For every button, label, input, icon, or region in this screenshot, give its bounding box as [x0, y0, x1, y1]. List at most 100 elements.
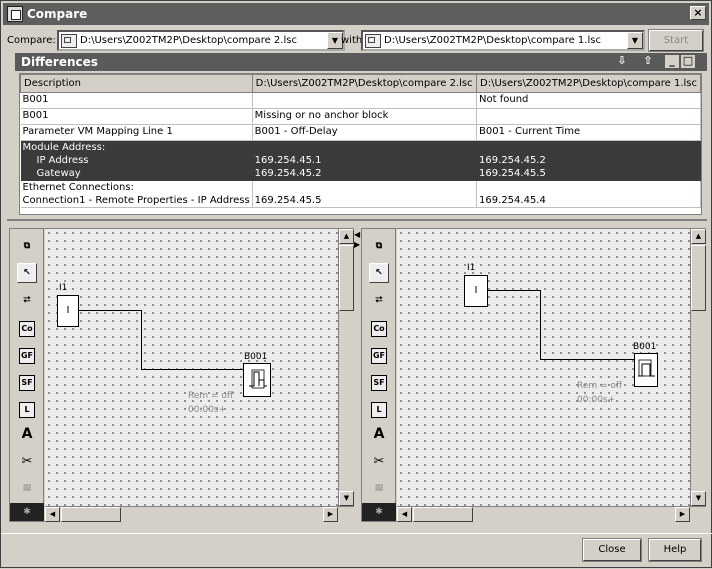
cell-desc: B001: [20, 92, 253, 109]
scroll-thumb[interactable]: [413, 507, 473, 522]
window-tile-icon[interactable]: ⧉: [17, 237, 37, 257]
navigation-icon[interactable]: ✱: [362, 503, 396, 521]
scroll-right-icon[interactable]: ▶: [675, 507, 690, 522]
compare-row: Compare: D:\Users\Z002TM2P\Desktop\compa…: [7, 29, 707, 52]
cell-desc: Parameter VM Mapping Line 1: [20, 124, 253, 141]
arrow-right-icon[interactable]: ▶: [354, 240, 360, 249]
scroll-down-icon[interactable]: ▼: [339, 491, 354, 506]
constants-button[interactable]: Co: [371, 321, 387, 337]
differences-header: Differences ⇩ ⇧ _ □: [15, 53, 707, 71]
current-time-block[interactable]: [634, 353, 658, 387]
chevron-down-icon[interactable]: ▼: [627, 32, 643, 49]
compare-dialog: Compare × Compare: D:\Users\Z002TM2P\Des…: [0, 0, 712, 568]
arrow-down-icon[interactable]: ⇩: [615, 55, 629, 68]
pointer-icon[interactable]: ↖: [17, 263, 37, 283]
connect-icon[interactable]: ⮂: [17, 291, 37, 311]
table-row[interactable]: Ethernet Connections: Connection1 - Remo…: [20, 180, 701, 208]
pane-divider[interactable]: ◀ ▶: [354, 228, 360, 522]
cell-desc: Connection1 - Remote Properties - IP Add…: [22, 195, 250, 206]
cell-file2: [476, 108, 701, 125]
gf-button[interactable]: GF: [19, 348, 35, 364]
input-block[interactable]: I: [57, 295, 79, 327]
cell-file1: B001 - Off-Delay: [252, 124, 478, 141]
scroll-up-icon[interactable]: ▲: [339, 229, 354, 244]
pointer-icon[interactable]: ↖: [369, 263, 389, 283]
column-header-file2[interactable]: D:\Users\Z002TM2P\Desktop\compare 1.lsc: [476, 74, 701, 93]
l-button[interactable]: L: [19, 402, 35, 418]
close-button[interactable]: Close: [582, 538, 642, 562]
join-icon[interactable]: ▦: [17, 479, 37, 499]
navigation-icon[interactable]: ✱: [10, 503, 44, 521]
sf-button[interactable]: SF: [371, 375, 387, 391]
start-button[interactable]: Start: [648, 29, 704, 52]
maximize-icon[interactable]: □: [681, 55, 695, 68]
off-delay-block[interactable]: [243, 363, 271, 397]
connect-icon[interactable]: ⮂: [369, 291, 389, 311]
title-bar: Compare ×: [3, 3, 709, 25]
cell-file1: 169.254.45.2: [254, 168, 322, 179]
cell-desc: Gateway: [36, 168, 81, 179]
join-icon[interactable]: ▦: [369, 479, 389, 499]
left-canvas[interactable]: I1 I B001 Rem = off 00:00s+: [45, 229, 338, 507]
help-button[interactable]: Help: [648, 538, 702, 562]
scroll-left-icon[interactable]: ◀: [45, 507, 60, 522]
file-icon: [61, 33, 77, 48]
cell-file1: Missing or no anchor block: [252, 108, 478, 125]
right-diagram-pane: ⧉ ↖ ⮂ Co GF SF L A ✂ ▦ ✱ I1 I B001 Rem =…: [361, 228, 706, 522]
text-tool-button[interactable]: A: [369, 425, 389, 445]
splitter[interactable]: [7, 219, 707, 224]
right-vertical-scrollbar[interactable]: ▲ ▼: [690, 229, 706, 507]
compare-label: Compare:: [7, 35, 56, 46]
table-row[interactable]: Parameter VM Mapping Line 1 B001 - Off-D…: [20, 124, 701, 141]
scroll-left-icon[interactable]: ◀: [397, 507, 412, 522]
file2-value: D:\Users\Z002TM2P\Desktop\compare 1.lsc: [384, 35, 601, 46]
rem-text: Rem = off: [577, 381, 623, 391]
sf-button[interactable]: SF: [19, 375, 35, 391]
block-name: B001: [244, 352, 268, 362]
scissors-icon[interactable]: ✂: [369, 453, 389, 473]
scissors-icon[interactable]: ✂: [17, 453, 37, 473]
gf-button[interactable]: GF: [371, 348, 387, 364]
scroll-thumb[interactable]: [339, 245, 354, 311]
scroll-thumb[interactable]: [61, 507, 121, 522]
cell-desc: Ethernet Connections:: [22, 182, 134, 193]
arrow-left-icon[interactable]: ◀: [354, 230, 360, 239]
file1-value: D:\Users\Z002TM2P\Desktop\compare 2.lsc: [80, 35, 297, 46]
scroll-down-icon[interactable]: ▼: [691, 491, 706, 506]
input-name: I1: [467, 263, 476, 273]
scroll-thumb[interactable]: [691, 245, 706, 311]
off-delay-icon: [249, 369, 267, 389]
left-vertical-scrollbar[interactable]: ▲ ▼: [338, 229, 354, 507]
right-horizontal-scrollbar[interactable]: ◀ ▶: [397, 506, 706, 522]
cell-file2: 169.254.45.2: [479, 155, 546, 166]
table-row[interactable]: B001 Missing or no anchor block: [20, 108, 701, 125]
right-canvas[interactable]: I1 I B001 Rem = off 00:00s+: [397, 229, 690, 507]
scroll-up-icon[interactable]: ▲: [691, 229, 706, 244]
time-text: 00:00s+: [188, 405, 227, 415]
input-name: I1: [59, 283, 68, 293]
file1-select[interactable]: D:\Users\Z002TM2P\Desktop\compare 2.lsc …: [57, 30, 345, 51]
table-row[interactable]: B001 Not found: [20, 92, 701, 109]
file-icon: [365, 33, 381, 48]
cell-file2: 169.254.45.4: [479, 195, 546, 206]
input-block[interactable]: I: [464, 275, 488, 307]
timer-icon: [638, 359, 655, 377]
column-header-description[interactable]: Description: [20, 74, 253, 93]
arrow-up-icon[interactable]: ⇧: [641, 55, 655, 68]
minimize-icon[interactable]: _: [665, 55, 679, 68]
l-button[interactable]: L: [371, 402, 387, 418]
column-header-file1[interactable]: D:\Users\Z002TM2P\Desktop\compare 2.lsc: [251, 74, 478, 93]
left-diagram-pane: ⧉ ↖ ⮂ Co GF SF L A ✂ ▦ ✱ I1 I B001 Rem =…: [9, 228, 354, 522]
window-tile-icon[interactable]: ⧉: [369, 237, 389, 257]
table-row-selected[interactable]: Module Address: IP Address Gateway 169.2…: [20, 140, 701, 181]
close-icon[interactable]: ×: [690, 6, 706, 20]
left-horizontal-scrollbar[interactable]: ◀ ▶: [45, 506, 354, 522]
constants-button[interactable]: Co: [19, 321, 35, 337]
cell-file2: B001 - Current Time: [476, 124, 701, 141]
block-name: B001: [633, 342, 657, 352]
text-tool-button[interactable]: A: [17, 425, 37, 445]
differences-table: Description D:\Users\Z002TM2P\Desktop\co…: [19, 73, 702, 215]
file2-select[interactable]: D:\Users\Z002TM2P\Desktop\compare 1.lsc …: [361, 30, 645, 51]
time-text: 00:00s+: [577, 395, 616, 405]
scroll-right-icon[interactable]: ▶: [323, 507, 338, 522]
